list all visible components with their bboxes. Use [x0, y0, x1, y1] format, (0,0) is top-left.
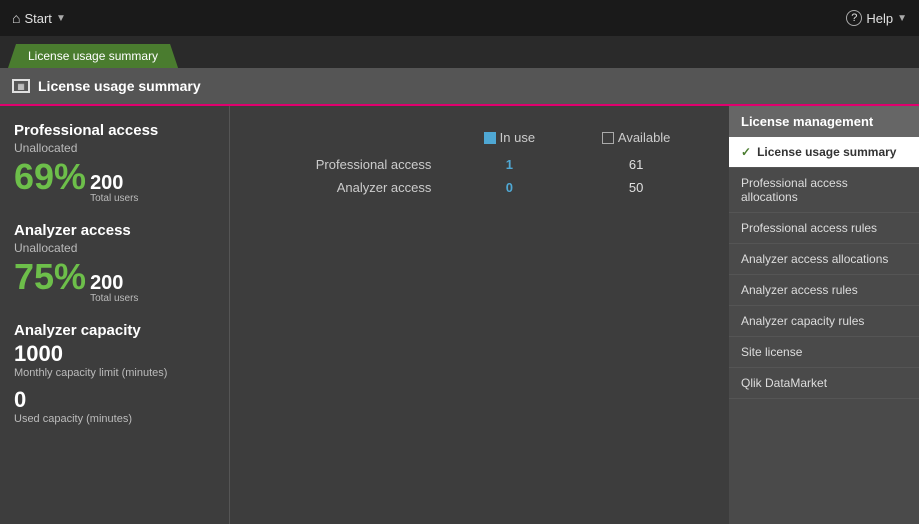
- row-available: 61: [567, 153, 705, 176]
- help-circle-icon: ?: [846, 10, 862, 26]
- sidebar-item-label: Professional access rules: [741, 221, 877, 235]
- available-header-label: Available: [618, 130, 671, 145]
- sidebar-item-label: Qlik DataMarket: [741, 376, 827, 390]
- sidebar-item-label: Professional access allocations: [741, 176, 907, 204]
- row-label: Professional access: [254, 153, 451, 176]
- professional-access-subtitle: Unallocated: [14, 141, 215, 155]
- professional-total-label: Total users: [90, 193, 138, 204]
- start-label: Start: [24, 11, 51, 26]
- sidebar-items-container: ✓ License usage summary Professional acces…: [729, 137, 919, 399]
- analyzer-percent: 75%: [14, 259, 86, 295]
- used-value: 0: [14, 387, 215, 413]
- sidebar-item-label: Site license: [741, 345, 802, 359]
- used-label: Used capacity (minutes): [14, 413, 215, 425]
- sidebar-item-label: Analyzer access rules: [741, 283, 858, 297]
- row-label: Analyzer access: [254, 176, 451, 199]
- sidebar-header: License management: [729, 106, 919, 137]
- start-chevron-icon: ▼: [56, 13, 66, 24]
- th-inuse: In use: [451, 126, 567, 153]
- sidebar-item-1[interactable]: Professional access allocations: [729, 168, 919, 213]
- sidebar-item-4[interactable]: Analyzer access rules: [729, 275, 919, 306]
- available-color-box: [602, 132, 614, 144]
- capacity-value: 1000: [14, 341, 215, 367]
- page-header: ▦ License usage summary: [0, 68, 919, 106]
- left-panel: Professional access Unallocated 69% 200 …: [0, 106, 230, 524]
- main-layout: Professional access Unallocated 69% 200 …: [0, 106, 919, 524]
- capacity-label: Monthly capacity limit (minutes): [14, 367, 215, 379]
- professional-total-block: 200 Total users: [90, 173, 138, 204]
- usage-table: In use Available Professional access 1 6…: [254, 126, 705, 199]
- nav-left: ⌂ Start ▼: [12, 10, 66, 26]
- start-nav-item[interactable]: ⌂ Start ▼: [12, 10, 66, 26]
- nav-right: ? Help ▼: [846, 10, 907, 26]
- professional-percent-row: 69% 200 Total users: [14, 159, 215, 208]
- analyzer-access-title: Analyzer access: [14, 222, 215, 239]
- sidebar-item-5[interactable]: Analyzer capacity rules: [729, 306, 919, 337]
- table-header-row: In use Available: [254, 126, 705, 153]
- sidebar-item-0[interactable]: ✓ License usage summary: [729, 137, 919, 168]
- th-empty: [254, 126, 451, 153]
- table-row: Professional access 1 61: [254, 153, 705, 176]
- sidebar-item-label: Analyzer access allocations: [741, 252, 888, 266]
- tab-label: License usage summary: [28, 49, 158, 63]
- help-label: Help: [866, 11, 893, 26]
- license-usage-tab[interactable]: License usage summary: [8, 44, 178, 68]
- sidebar-item-3[interactable]: Analyzer access allocations: [729, 244, 919, 275]
- analyzer-percent-row: 75% 200 Total users: [14, 259, 215, 308]
- sidebar-item-label: License usage summary: [757, 145, 896, 159]
- professional-total-num: 200: [90, 173, 138, 193]
- sidebar-item-7[interactable]: Qlik DataMarket: [729, 368, 919, 399]
- row-available: 50: [567, 176, 705, 199]
- check-mark-icon: ✓: [741, 145, 751, 159]
- help-nav-item[interactable]: ? Help ▼: [846, 10, 907, 26]
- professional-percent: 69%: [14, 159, 86, 195]
- analyzer-total-label: Total users: [90, 293, 138, 304]
- help-chevron-icon: ▼: [897, 13, 907, 24]
- top-nav: ⌂ Start ▼ ? Help ▼: [0, 0, 919, 36]
- sidebar-item-6[interactable]: Site license: [729, 337, 919, 368]
- page-header-icon: ▦: [12, 79, 30, 93]
- right-sidebar: License management ✓ License usage summar…: [729, 106, 919, 524]
- sidebar-item-2[interactable]: Professional access rules: [729, 213, 919, 244]
- row-inuse: 1: [451, 153, 567, 176]
- inuse-color-box: [484, 132, 496, 144]
- analyzer-access-subtitle: Unallocated: [14, 241, 215, 255]
- row-inuse: 0: [451, 176, 567, 199]
- sidebar-item-label: Analyzer capacity rules: [741, 314, 864, 328]
- center-panel: In use Available Professional access 1 6…: [230, 106, 729, 524]
- table-row: Analyzer access 0 50: [254, 176, 705, 199]
- analyzer-capacity-section: Analyzer capacity 1000 Monthly capacity …: [14, 322, 215, 425]
- page-title: License usage summary: [38, 78, 201, 94]
- professional-access-title: Professional access: [14, 122, 215, 139]
- tab-bar: License usage summary: [0, 36, 919, 68]
- analyzer-total-num: 200: [90, 273, 138, 293]
- professional-access-section: Professional access Unallocated 69% 200 …: [14, 122, 215, 208]
- analyzer-access-section: Analyzer access Unallocated 75% 200 Tota…: [14, 222, 215, 308]
- home-icon: ⌂: [12, 10, 20, 26]
- th-available: Available: [567, 126, 705, 153]
- analyzer-total-block: 200 Total users: [90, 273, 138, 304]
- inuse-header-label: In use: [500, 130, 535, 145]
- analyzer-capacity-title: Analyzer capacity: [14, 322, 215, 339]
